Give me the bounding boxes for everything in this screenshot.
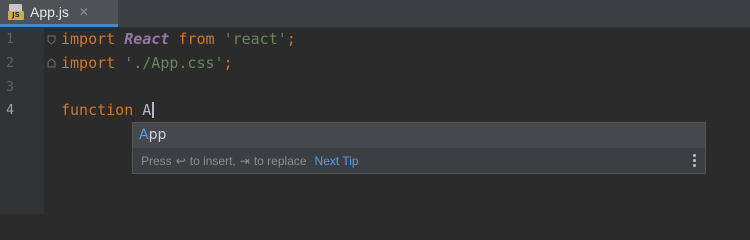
javascript-file-icon: JS xyxy=(8,4,24,20)
close-icon[interactable]: ✕ xyxy=(79,5,89,19)
keyword-import: import xyxy=(61,30,116,48)
enter-key-icon: ↩ xyxy=(175,153,186,168)
completion-hint-bar: Press ↩ to insert, ⇥ to replace Next Tip xyxy=(133,148,705,173)
keyword-from: from xyxy=(178,30,215,48)
completion-match: A xyxy=(139,127,149,143)
tab-app-js[interactable]: JS App.js ✕ xyxy=(0,0,118,27)
completion-rest: pp xyxy=(148,127,167,143)
hint-press: Press xyxy=(141,153,172,168)
hint-insert: to insert, xyxy=(189,153,236,168)
typed-identifier: A xyxy=(142,101,152,119)
identifier-react: React xyxy=(124,30,170,48)
string-literal: 'react' xyxy=(223,30,287,48)
keyword-import: import xyxy=(61,54,116,72)
line-number-gutter: 1 2 3 4 xyxy=(0,28,44,214)
code-line-1[interactable]: import React from 'react'; xyxy=(61,28,296,51)
tab-key-icon: ⇥ xyxy=(239,153,250,168)
line-number: 1 xyxy=(6,32,14,47)
completion-popup: App Press ↩ to insert, ⇥ to replace Next… xyxy=(132,122,706,174)
editor-tab-bar: JS App.js ✕ xyxy=(0,0,750,28)
code-line-4[interactable]: function A xyxy=(61,99,155,122)
fold-start-icon[interactable] xyxy=(47,35,56,45)
line-number-active: 4 xyxy=(6,103,14,118)
next-tip-link[interactable]: Next Tip xyxy=(315,154,359,168)
code-line-2[interactable]: import './App.css'; xyxy=(61,52,233,75)
hint-replace: to replace xyxy=(253,153,307,168)
tab-label: App.js xyxy=(30,4,69,20)
completion-item-app[interactable]: App xyxy=(133,123,705,147)
string-literal: './App.css' xyxy=(124,54,224,72)
text-caret xyxy=(152,102,155,118)
vertical-ellipsis-icon[interactable] xyxy=(693,154,697,168)
line-number: 2 xyxy=(6,56,14,71)
line-number: 3 xyxy=(6,80,14,95)
keyword-function: function xyxy=(61,101,134,119)
fold-end-icon[interactable] xyxy=(47,58,56,68)
semicolon: ; xyxy=(223,54,233,72)
semicolon: ; xyxy=(286,30,296,48)
